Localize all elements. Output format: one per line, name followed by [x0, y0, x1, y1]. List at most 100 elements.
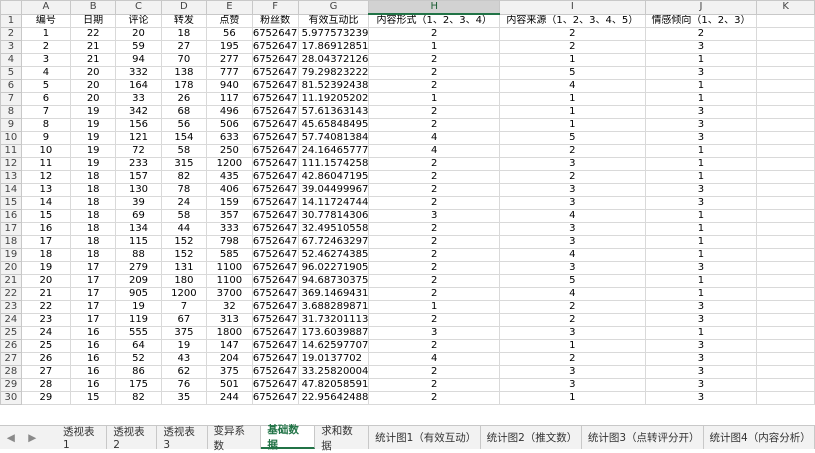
cell[interactable]: 6752647: [251, 274, 299, 288]
cell[interactable]: [756, 261, 815, 275]
cell[interactable]: 23: [20, 313, 72, 327]
cell[interactable]: 16: [70, 326, 117, 340]
cell[interactable]: 2: [499, 300, 646, 314]
cell[interactable]: 16: [70, 339, 117, 353]
row-header-17[interactable]: 17: [0, 222, 22, 236]
cell[interactable]: 3: [644, 66, 758, 80]
cell[interactable]: 1: [644, 157, 758, 171]
cell[interactable]: 6752647: [251, 131, 299, 145]
cell[interactable]: 6752647: [251, 222, 299, 236]
row-header-25[interactable]: 25: [0, 326, 22, 340]
cell[interactable]: 5: [499, 131, 646, 145]
cell[interactable]: 6752647: [251, 105, 299, 119]
header-cell[interactable]: 有效互动比: [297, 13, 370, 28]
header-cell[interactable]: 点赞: [206, 13, 253, 28]
cell[interactable]: 31.73201113: [297, 313, 370, 327]
cell[interactable]: 121: [115, 131, 162, 145]
cell[interactable]: 14.62597707: [297, 339, 370, 353]
cell[interactable]: 4: [499, 287, 646, 301]
cell[interactable]: 52.46274385: [297, 248, 370, 262]
spreadsheet-grid[interactable]: ABCDEFGHIJK 1 编号 日期 评论 转发 点赞 粉丝数 有效互动比 内容形式（1、2、…: [0, 0, 815, 425]
cell[interactable]: 94.68730375: [297, 274, 370, 288]
cell[interactable]: 2: [368, 222, 501, 236]
cell[interactable]: 79.29823222: [297, 66, 370, 80]
cell[interactable]: 27: [20, 365, 72, 379]
cell[interactable]: 1: [644, 222, 758, 236]
cell[interactable]: 138: [160, 66, 208, 80]
cell[interactable]: [756, 235, 815, 249]
cell[interactable]: 11: [20, 157, 72, 171]
row-header-20[interactable]: 20: [0, 261, 22, 275]
cell[interactable]: 1: [499, 105, 646, 119]
cell[interactable]: 18: [70, 235, 117, 249]
cell[interactable]: 375: [160, 326, 208, 340]
cell[interactable]: 82: [115, 391, 162, 405]
cell[interactable]: 2: [368, 391, 501, 405]
cell[interactable]: 35: [160, 391, 208, 405]
cell[interactable]: 19: [20, 261, 72, 275]
cell[interactable]: 905: [115, 287, 162, 301]
cell[interactable]: 3: [644, 196, 758, 210]
sheet-tab[interactable]: 基础数据: [261, 424, 316, 451]
row-header-9[interactable]: 9: [0, 118, 22, 132]
cell[interactable]: 11.19205202: [297, 92, 370, 106]
cell[interactable]: 6752647: [251, 365, 299, 379]
cell[interactable]: 2: [368, 378, 501, 392]
cell[interactable]: 115: [115, 235, 162, 249]
cell[interactable]: 1200: [206, 157, 253, 171]
cell[interactable]: 1100: [206, 261, 253, 275]
column-header-a[interactable]: A: [20, 0, 72, 15]
cell[interactable]: 86: [115, 365, 162, 379]
cell[interactable]: 6752647: [251, 157, 299, 171]
row-header-24[interactable]: 24: [0, 313, 22, 327]
row-header-14[interactable]: 14: [0, 183, 22, 197]
cell[interactable]: 45.65848495: [297, 118, 370, 132]
cell[interactable]: 17: [70, 313, 117, 327]
cell[interactable]: 42.86047195: [297, 170, 370, 184]
cell[interactable]: 19: [160, 339, 208, 353]
cell[interactable]: 20: [20, 274, 72, 288]
cell[interactable]: 3: [644, 391, 758, 405]
cell[interactable]: 6752647: [251, 144, 299, 158]
cell[interactable]: [756, 339, 815, 353]
cell[interactable]: 6752647: [251, 235, 299, 249]
cell[interactable]: 78: [160, 183, 208, 197]
cell[interactable]: 16: [70, 378, 117, 392]
header-cell[interactable]: 转发: [160, 13, 208, 28]
cell[interactable]: 375: [206, 365, 253, 379]
cell[interactable]: 4: [499, 79, 646, 93]
cell[interactable]: 16: [70, 352, 117, 366]
cell[interactable]: 17: [70, 274, 117, 288]
cell[interactable]: 6752647: [251, 326, 299, 340]
cell[interactable]: 152: [160, 248, 208, 262]
cell[interactable]: 2: [499, 170, 646, 184]
row-header-22[interactable]: 22: [0, 287, 22, 301]
row-header-5[interactable]: 5: [0, 66, 22, 80]
cell[interactable]: [756, 105, 815, 119]
cell[interactable]: 20: [115, 27, 162, 41]
cell[interactable]: 19: [115, 300, 162, 314]
sheet-tab[interactable]: 统计图2（推文数）: [481, 426, 582, 449]
cell[interactable]: 6752647: [251, 287, 299, 301]
cell[interactable]: 5: [499, 66, 646, 80]
cell[interactable]: 6752647: [251, 313, 299, 327]
cell[interactable]: 56: [206, 27, 253, 41]
cell[interactable]: 313: [206, 313, 253, 327]
cell[interactable]: 19: [70, 157, 117, 171]
cell[interactable]: 25: [20, 339, 72, 353]
cell[interactable]: 585: [206, 248, 253, 262]
row-header-6[interactable]: 6: [0, 79, 22, 93]
cell[interactable]: [756, 352, 815, 366]
cell[interactable]: 175: [115, 378, 162, 392]
cell[interactable]: 18: [70, 170, 117, 184]
row-header-29[interactable]: 29: [0, 378, 22, 392]
cell[interactable]: 24: [160, 196, 208, 210]
row-header-27[interactable]: 27: [0, 352, 22, 366]
column-header-j[interactable]: J: [644, 0, 758, 15]
cell[interactable]: [756, 391, 815, 405]
cell[interactable]: 17: [20, 235, 72, 249]
cell[interactable]: 7: [160, 300, 208, 314]
cell[interactable]: 777: [206, 66, 253, 80]
cell[interactable]: 152: [160, 235, 208, 249]
cell[interactable]: 159: [206, 196, 253, 210]
